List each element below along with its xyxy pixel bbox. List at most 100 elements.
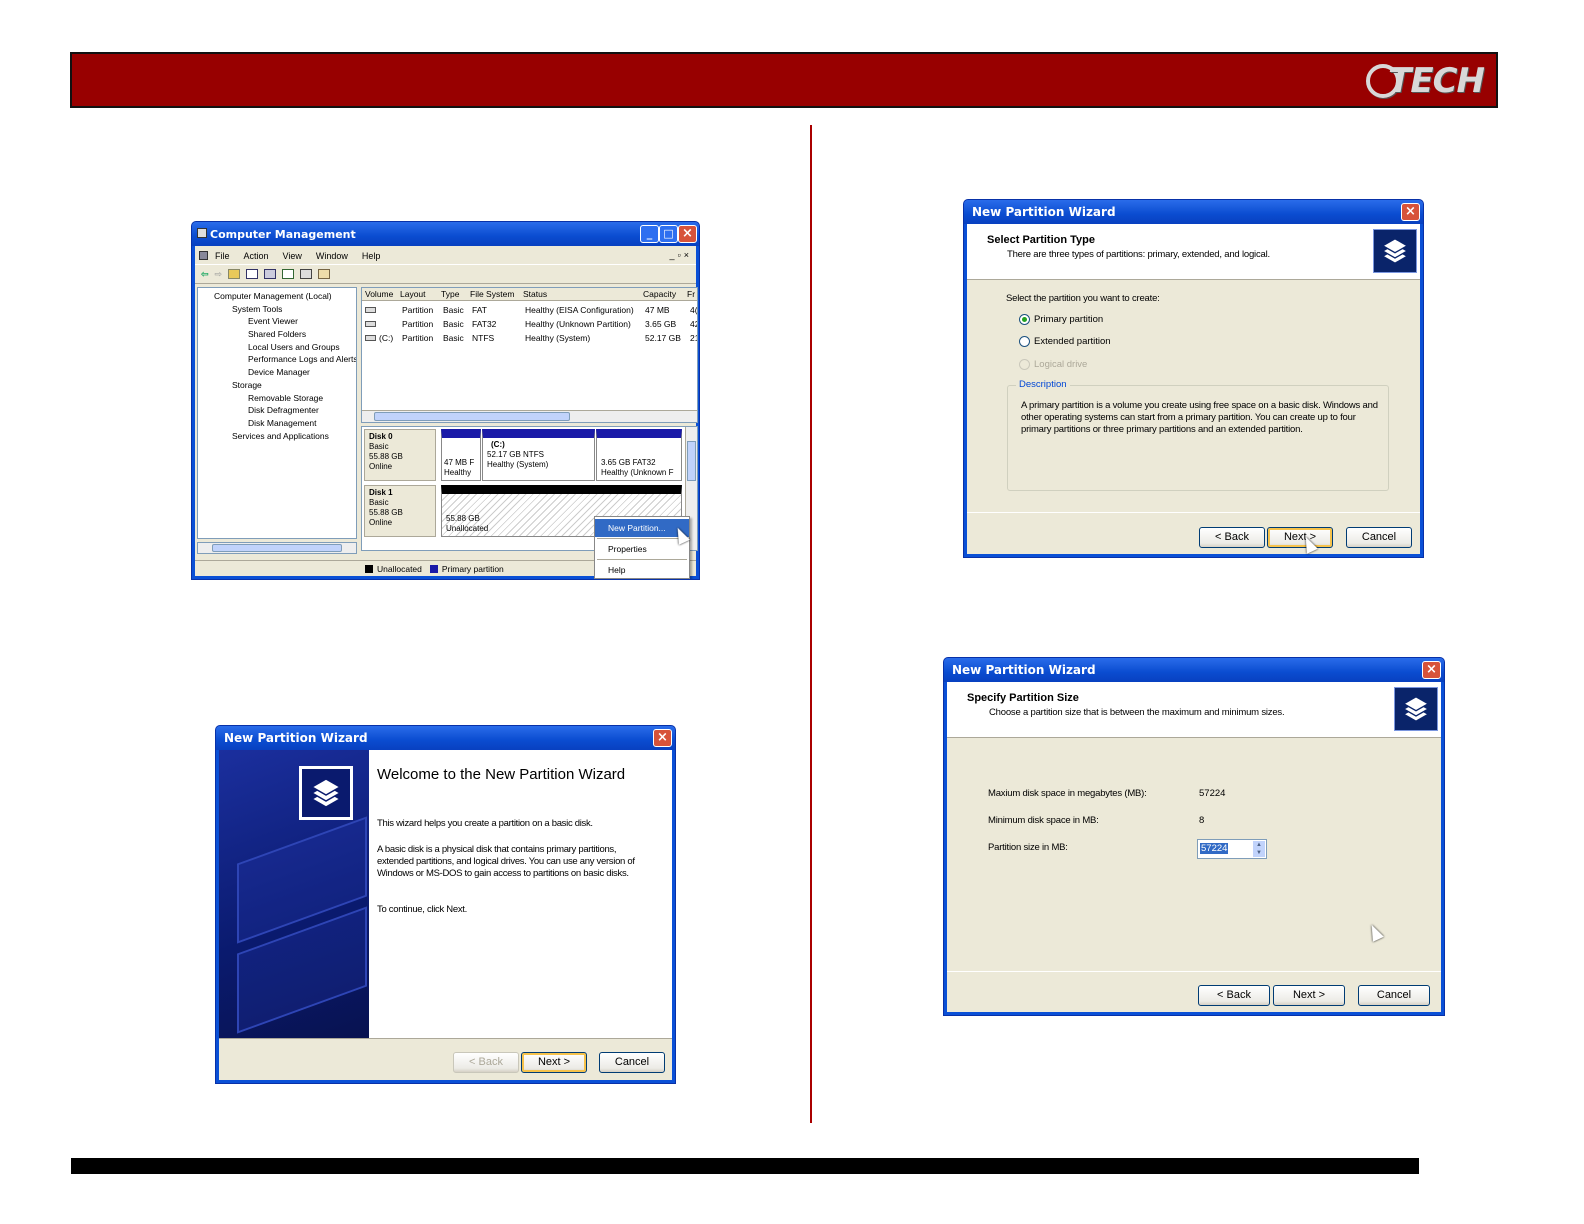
menu-help[interactable]: Help — [362, 249, 381, 263]
col-volume[interactable]: Volume — [365, 289, 393, 299]
description-label: Description — [1016, 379, 1070, 390]
col-layout[interactable]: Layout — [400, 289, 426, 299]
show-tree-icon[interactable] — [246, 269, 259, 279]
menu-properties[interactable]: Properties — [595, 540, 689, 558]
p3-status: Healthy (Unknown F — [601, 468, 674, 477]
back-button[interactable]: < Back — [1199, 527, 1265, 548]
minimize-button[interactable]: _ — [640, 225, 659, 243]
col-capacity[interactable]: Capacity — [643, 289, 676, 299]
footer-separator — [967, 512, 1420, 513]
drive-icon — [365, 321, 376, 327]
tree-item[interactable]: Services and Applications — [214, 430, 356, 443]
min-label: Minimum disk space in MB: — [988, 815, 1099, 826]
p2-size: 52.17 GB NTFS — [487, 450, 544, 459]
back-button[interactable]: < Back — [453, 1052, 519, 1073]
cancel-button[interactable]: Cancel — [1358, 985, 1430, 1006]
radio-primary-label: Primary partition — [1034, 314, 1104, 325]
cancel-button[interactable]: Cancel — [599, 1052, 665, 1073]
menu-file[interactable]: File — [215, 249, 230, 263]
cell-status: Healthy (System) — [525, 333, 591, 343]
size-label: Partition size in MB: — [988, 842, 1068, 853]
mdi-controls[interactable]: _▫× — [670, 250, 692, 260]
tree-item[interactable]: System Tools — [214, 303, 356, 316]
tree-item[interactable]: Removable Storage — [214, 392, 356, 405]
close-button[interactable]: × — [1422, 661, 1441, 679]
table-row[interactable]: (C:) Partition Basic NTFS Healthy (Syste… — [362, 332, 697, 345]
partition-size-stepper[interactable]: 57224 ▲ ▼ — [1197, 839, 1267, 859]
tree-item[interactable]: Performance Logs and Alerts — [214, 353, 356, 366]
up-folder-icon[interactable] — [228, 269, 241, 279]
p2-name: (C:) — [491, 440, 505, 449]
col-status[interactable]: Status — [523, 289, 547, 299]
menu-view[interactable]: View — [283, 249, 302, 263]
cancel-button[interactable]: Cancel — [1346, 527, 1412, 548]
tree-item[interactable]: Disk Management — [214, 417, 356, 430]
wizard-partition-size-window: New Partition Wizard × Specify Partition… — [943, 657, 1445, 1016]
select-prompt: Select the partition you want to create: — [1006, 293, 1160, 304]
menu-help[interactable]: Help — [595, 561, 689, 579]
tree-item[interactable]: Disk Defragmenter — [214, 404, 356, 417]
radio-selected-icon[interactable] — [1019, 314, 1030, 325]
tree-item[interactable]: Shared Folders — [214, 328, 356, 341]
properties-icon[interactable] — [264, 269, 277, 279]
title-bar: New Partition Wizard × — [964, 200, 1423, 224]
table-row[interactable]: Partition Basic FAT32 Healthy (Unknown P… — [362, 318, 697, 331]
header-bar: TECH — [70, 52, 1498, 108]
forward-icon[interactable]: ⇨ — [215, 269, 223, 280]
radio-extended[interactable]: Extended partition — [1019, 336, 1111, 347]
page-heading: Specify Partition Size — [967, 692, 1079, 704]
radio-icon[interactable] — [1019, 336, 1030, 347]
cell-status: Healthy (Unknown Partition) — [525, 319, 631, 329]
spin-down-icon[interactable]: ▼ — [1253, 849, 1265, 857]
next-button[interactable]: Next > — [521, 1052, 587, 1073]
disk0-name: Disk 0 — [369, 432, 393, 441]
disk0-p2[interactable]: (C:) 52.17 GB NTFS Healthy (System) — [482, 429, 595, 481]
wizard-partition-type-window: New Partition Wizard × Select Partition … — [963, 199, 1424, 558]
tree-item[interactable]: Device Manager — [214, 366, 356, 379]
table-row[interactable]: Partition Basic FAT Healthy (EISA Config… — [362, 304, 697, 317]
back-button[interactable]: < Back — [1198, 985, 1270, 1006]
cell-capacity: 47 MB — [645, 305, 670, 315]
col-file-system[interactable]: File System — [470, 289, 514, 299]
radio-primary[interactable]: Primary partition — [1019, 314, 1103, 325]
maximize-button[interactable]: □ — [659, 225, 678, 243]
next-button[interactable]: Next > — [1267, 527, 1333, 548]
close-button[interactable]: × — [678, 225, 697, 243]
disk0-p1[interactable]: 47 MB F Healthy — [441, 429, 481, 481]
window-title: Computer Management — [210, 228, 356, 241]
cell-capacity: 3.65 GB — [645, 319, 677, 329]
title-bar: Computer Management _ □ × — [192, 222, 699, 246]
tree-item[interactable]: Storage — [214, 379, 356, 392]
col-fr[interactable]: Fr — [687, 289, 695, 299]
disk0-type: Basic — [369, 442, 389, 451]
cm-client: File Action View Window Help _▫× ⇦ ⇨ Com… — [195, 246, 698, 579]
refresh-icon[interactable] — [300, 269, 313, 279]
welcome-p3: To continue, click Next. — [377, 904, 467, 915]
close-button[interactable]: × — [653, 729, 672, 747]
tree-item[interactable]: Event Viewer — [214, 315, 356, 328]
list-hscrollbar[interactable] — [362, 410, 697, 422]
disk1-state: Online — [369, 518, 393, 527]
back-icon[interactable]: ⇦ — [201, 269, 209, 280]
description-text: A primary partition is a volume you crea… — [1021, 400, 1378, 435]
wizard-icon — [1373, 229, 1417, 273]
title-bar: New Partition Wizard × — [944, 658, 1444, 682]
next-button[interactable]: Next > — [1273, 985, 1345, 1006]
partition-size-input[interactable]: 57224 — [1200, 843, 1229, 854]
menu-window[interactable]: Window — [316, 249, 348, 263]
export-icon[interactable] — [282, 269, 295, 279]
description-group: Description A primary partition is a vol… — [1007, 379, 1389, 491]
spin-up-icon[interactable]: ▲ — [1253, 841, 1265, 849]
disk0-p3[interactable]: 3.65 GB FAT32 Healthy (Unknown F — [596, 429, 682, 481]
toolbar: ⇦ ⇨ — [195, 264, 696, 284]
tree-scrollbar[interactable] — [197, 542, 357, 554]
wizard-welcome-window: New Partition Wizard × Welcome to the Ne… — [215, 725, 676, 1084]
close-button[interactable]: × — [1401, 203, 1420, 221]
menu-action[interactable]: Action — [244, 249, 269, 263]
tree-item[interactable]: Computer Management (Local) — [214, 290, 356, 303]
tree-item[interactable]: Local Users and Groups — [214, 341, 356, 354]
help-icon[interactable] — [318, 269, 331, 279]
col-type[interactable]: Type — [441, 289, 459, 299]
title-bar: New Partition Wizard × — [216, 726, 675, 750]
wizard-client: Select Partition Type There are three ty… — [967, 224, 1420, 554]
